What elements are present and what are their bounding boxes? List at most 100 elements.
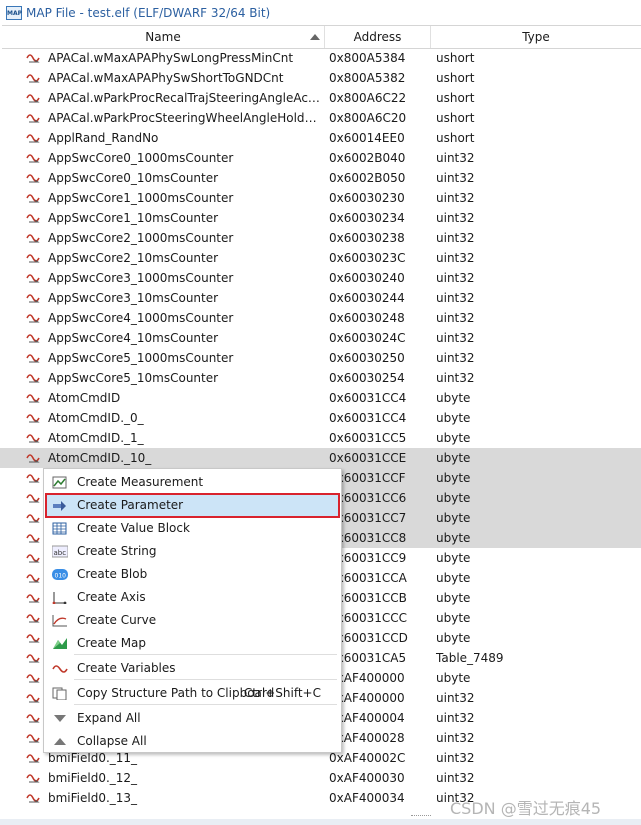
table-row[interactable]: APACal.wParkProcRecalTrajSteeringAngleAc…: [0, 88, 641, 108]
table-row[interactable]: ApplRand_RandNo 0x60014EE0 ushort: [0, 128, 641, 148]
row-address: 0x60031CCA: [329, 571, 407, 585]
row-type: Table_7489: [436, 651, 504, 665]
menu-item-label: Create Measurement: [77, 475, 204, 489]
row-address: 0x60030254: [329, 371, 405, 385]
signal-icon: [26, 454, 40, 463]
menu-item-label: Create Variables: [77, 661, 176, 675]
menu-item-expand-all[interactable]: Expand All: [46, 707, 339, 730]
table-row[interactable]: bmiField0._12_ 0xAF400030 uint32: [0, 768, 641, 788]
table-row[interactable]: AppSwcCore1_1000msCounter 0x60030230 uint3…: [0, 188, 641, 208]
table-row[interactable]: APACal.wParkProcSteeringWheelAngleHoldTi…: [0, 108, 641, 128]
menu-item-create-value-block[interactable]: Create Value Block: [46, 517, 339, 540]
menu-item-create-string[interactable]: abc Create String: [46, 540, 339, 563]
row-address: 0x60031CC5: [329, 431, 407, 445]
row-name: AppSwcCore2_10msCounter: [48, 251, 219, 265]
table-row[interactable]: AppSwcCore2_1000msCounter 0x60030238 uint3…: [0, 228, 641, 248]
row-address: 0x60031CC8: [329, 531, 407, 545]
table-row[interactable]: AppSwcCore5_1000msCounter 0x60030250 uint3…: [0, 348, 641, 368]
row-address: 0x60030240: [329, 271, 405, 285]
signal-icon: [26, 54, 40, 63]
row-address: 0x6003023C: [329, 251, 406, 265]
table-row[interactable]: APACal.wMaxAPAPhySwShortToGNDCnt 0x800A53…: [0, 68, 641, 88]
table-row[interactable]: AppSwcCore0_10msCounter 0x6002B050 uint32: [0, 168, 641, 188]
row-type: ubyte: [436, 591, 471, 605]
row-name: APACal.wParkProcSteeringWheelAngleHoldTi…: [48, 111, 322, 125]
row-address: 0x60031CCD: [329, 631, 408, 645]
table-row[interactable]: AppSwcCore1_10msCounter 0x60030234 uint32: [0, 208, 641, 228]
menu-item-label: Create Parameter: [77, 498, 184, 512]
table-row[interactable]: AtomCmdID 0x60031CC4 ubyte: [0, 388, 641, 408]
signal-icon: [26, 394, 40, 403]
menu-item-create-axis[interactable]: Create Axis: [46, 586, 339, 609]
table-row[interactable]: APACal.wMaxAPAPhySwLongPressMinCnt 0x800A…: [0, 48, 641, 68]
table-row[interactable]: AppSwcCore3_10msCounter 0x60030244 uint32: [0, 288, 641, 308]
signal-icon: [26, 414, 40, 423]
signal-icon: [26, 314, 40, 323]
menu-item-create-parameter[interactable]: Create Parameter: [45, 493, 340, 518]
menu-separator: [74, 654, 337, 655]
row-type: uint32: [436, 271, 475, 285]
row-address: 0x60031CC9: [329, 551, 407, 565]
row-name: AtomCmdID: [48, 391, 121, 405]
signal-icon: [26, 614, 40, 623]
table-row[interactable]: AtomCmdID._1_ 0x60031CC5 ubyte: [0, 428, 641, 448]
row-name: AppSwcCore5_1000msCounter: [48, 351, 234, 365]
collapse-all-icon: [54, 738, 66, 745]
menu-item-create-variables[interactable]: Create Variables: [46, 657, 339, 680]
signal-icon: [26, 634, 40, 643]
table-row[interactable]: AtomCmdID._10_ 0x60031CCE ubyte: [0, 448, 641, 468]
menu-item-copy-structure-path[interactable]: Copy Structure Path to Clipboard Ctrl+Shi…: [46, 682, 339, 705]
table-row[interactable]: AppSwcCore4_10msCounter 0x6003024C uint32: [0, 328, 641, 348]
signal-icon: [26, 114, 40, 123]
column-header: Name Address Type: [2, 25, 641, 49]
signal-icon: [26, 594, 40, 603]
row-name: AppSwcCore1_10msCounter: [48, 211, 219, 225]
table-row[interactable]: AppSwcCore4_1000msCounter 0x60030248 uint3…: [0, 308, 641, 328]
table-row[interactable]: AppSwcCore2_10msCounter 0x6003023C uint32: [0, 248, 641, 268]
row-address: 0x60031CCB: [329, 591, 407, 605]
copy-icon: [52, 687, 67, 700]
row-name: AppSwcCore0_10msCounter: [48, 171, 219, 185]
row-address: 0x60031CC4: [329, 411, 407, 425]
table-row[interactable]: AppSwcCore3_1000msCounter 0x60030240 uint3…: [0, 268, 641, 288]
blob-icon: 010: [52, 569, 68, 580]
row-name: APACal.wMaxAPAPhySwShortToGNDCnt: [48, 71, 284, 85]
table-row[interactable]: AppSwcCore0_1000msCounter 0x6002B040 uint3…: [0, 148, 641, 168]
row-address: 0x60030238: [329, 231, 405, 245]
row-address: 0xAF400028: [329, 731, 405, 745]
table-row[interactable]: AppSwcCore5_10msCounter 0x60030254 uint32: [0, 368, 641, 388]
row-name: AppSwcCore4_10msCounter: [48, 331, 219, 345]
column-header-name[interactable]: Name: [2, 26, 325, 48]
row-type: ushort: [436, 131, 475, 145]
table-row[interactable]: AtomCmdID._0_ 0x60031CC4 ubyte: [0, 408, 641, 428]
menu-item-create-blob[interactable]: 010 Create Blob: [46, 563, 339, 586]
row-type: ubyte: [436, 391, 471, 405]
signal-icon: [26, 754, 40, 763]
row-name: APACal.wParkProcRecalTrajSteeringAngleAc…: [48, 91, 322, 105]
row-name: AtomCmdID._10_: [48, 451, 152, 465]
row-address: 0x60030230: [329, 191, 405, 205]
expand-all-icon: [54, 715, 66, 722]
row-type: uint32: [436, 351, 475, 365]
row-address: 0x60031CCC: [329, 611, 408, 625]
row-address: 0x60031CC4: [329, 391, 407, 405]
row-name: AppSwcCore3_10msCounter: [48, 291, 219, 305]
menu-item-create-map[interactable]: Create Map: [46, 632, 339, 655]
menu-item-create-curve[interactable]: Create Curve: [46, 609, 339, 632]
menu-item-collapse-all[interactable]: Collapse All: [46, 730, 339, 753]
row-address: 0x60030244: [329, 291, 405, 305]
row-name: bmiField0._12_: [48, 771, 138, 785]
row-address: 0x800A5384: [329, 51, 406, 65]
column-header-type[interactable]: Type: [431, 26, 641, 48]
menu-item-create-measurement[interactable]: Create Measurement: [46, 471, 339, 494]
signal-icon: [26, 154, 40, 163]
map-icon: [53, 638, 67, 649]
sort-ascending-icon[interactable]: [310, 34, 320, 40]
window-titlebar: MAP MAP File - test.elf (ELF/DWARF 32/64…: [0, 0, 641, 25]
row-address: 0x60030248: [329, 311, 405, 325]
context-menu: Create Measurement Create Parameter Create…: [43, 468, 342, 753]
signal-icon: [26, 694, 40, 703]
value-block-icon: [52, 522, 67, 535]
row-address: 0xAF40002C: [329, 751, 406, 765]
column-header-address[interactable]: Address: [325, 26, 431, 48]
